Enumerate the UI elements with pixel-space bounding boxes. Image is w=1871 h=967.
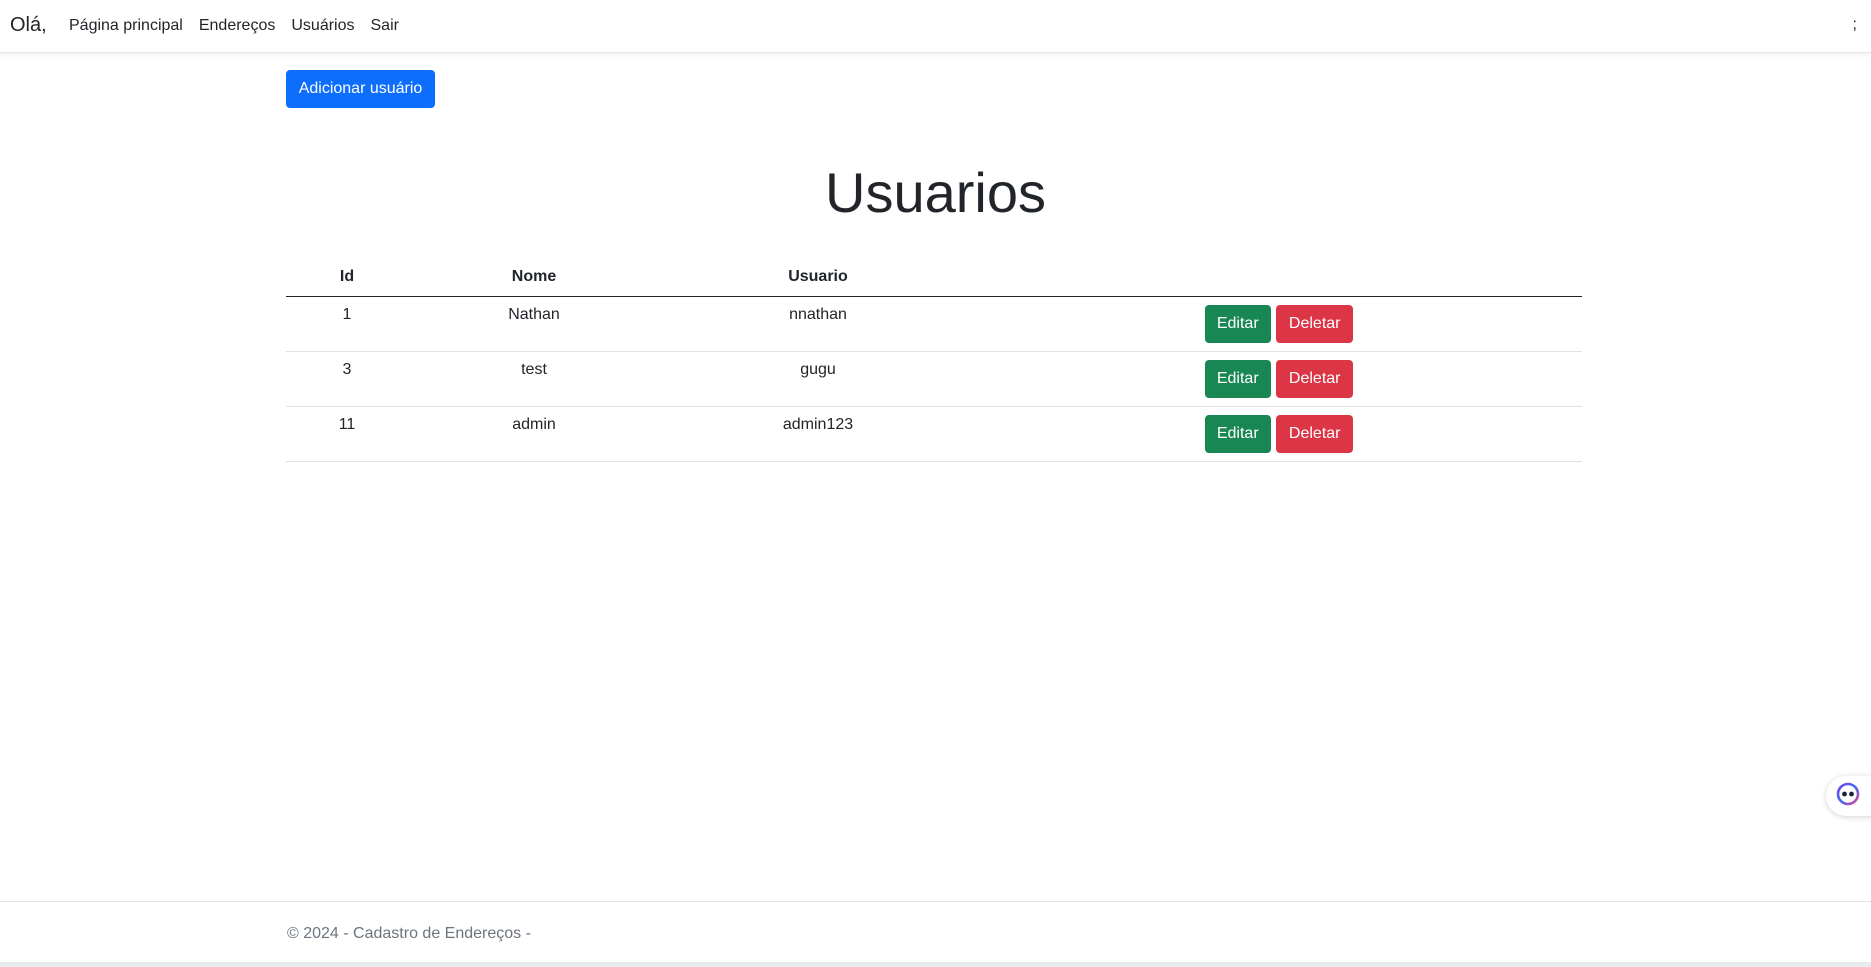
cell-nome: Nathan bbox=[408, 296, 660, 352]
cell-actions: Editar Deletar bbox=[976, 351, 1582, 407]
page: Olá, Página principal Endereços Usuários… bbox=[0, 0, 1871, 967]
delete-button[interactable]: Deletar bbox=[1276, 304, 1354, 343]
assistant-face-icon bbox=[1836, 782, 1860, 811]
navbar: Olá, Página principal Endereços Usuários… bbox=[0, 0, 1871, 53]
table-header-row: Id Nome Usuario bbox=[286, 258, 1582, 297]
nav-links: Página principal Endereços Usuários Sair bbox=[69, 16, 415, 36]
navbar-brand[interactable]: Olá, bbox=[10, 14, 47, 37]
delete-button[interactable]: Deletar bbox=[1276, 414, 1354, 453]
nav-link-users[interactable]: Usuários bbox=[291, 16, 354, 36]
nav-link-home[interactable]: Página principal bbox=[69, 16, 183, 36]
footer: © 2024 - Cadastro de Endereços - bbox=[0, 901, 1871, 962]
header-id: Id bbox=[286, 258, 408, 297]
header-nome: Nome bbox=[408, 258, 660, 297]
nav-link-logout[interactable]: Sair bbox=[371, 16, 399, 36]
table-row: 3 test gugu Editar Deletar bbox=[286, 351, 1582, 407]
users-table: Id Nome Usuario 1 Nathan nnathan Editar … bbox=[286, 258, 1582, 462]
cell-usuario: admin123 bbox=[660, 406, 976, 462]
table-row: 1 Nathan nnathan Editar Deletar bbox=[286, 296, 1582, 352]
cell-usuario: nnathan bbox=[660, 296, 976, 352]
add-user-button[interactable]: Adicionar usuário bbox=[286, 70, 435, 108]
header-usuario: Usuario bbox=[660, 258, 976, 297]
table-header: Id Nome Usuario bbox=[286, 258, 1582, 297]
edit-button[interactable]: Editar bbox=[1204, 304, 1271, 343]
cell-nome: admin bbox=[408, 406, 660, 462]
table-body: 1 Nathan nnathan Editar Deletar 3 test g… bbox=[286, 296, 1582, 462]
delete-button[interactable]: Deletar bbox=[1276, 359, 1354, 398]
cell-id: 3 bbox=[286, 351, 408, 407]
cell-actions: Editar Deletar bbox=[976, 296, 1582, 352]
cell-nome: test bbox=[408, 351, 660, 407]
page-title: Usuarios bbox=[825, 161, 1046, 224]
navbar-right-text: ; bbox=[1852, 16, 1857, 33]
bottom-divider bbox=[0, 962, 1871, 967]
edit-button[interactable]: Editar bbox=[1204, 414, 1271, 453]
cell-id: 1 bbox=[286, 296, 408, 352]
nav-link-addresses[interactable]: Endereços bbox=[199, 16, 276, 36]
header-actions bbox=[976, 258, 1582, 297]
cell-actions: Editar Deletar bbox=[976, 406, 1582, 462]
edit-button[interactable]: Editar bbox=[1204, 359, 1271, 398]
cell-usuario: gugu bbox=[660, 351, 976, 407]
footer-text: © 2024 - Cadastro de Endereços - bbox=[287, 925, 531, 942]
table-row: 11 admin admin123 Editar Deletar bbox=[286, 406, 1582, 462]
cell-id: 11 bbox=[286, 406, 408, 462]
floating-assistant-button[interactable] bbox=[1826, 776, 1871, 816]
